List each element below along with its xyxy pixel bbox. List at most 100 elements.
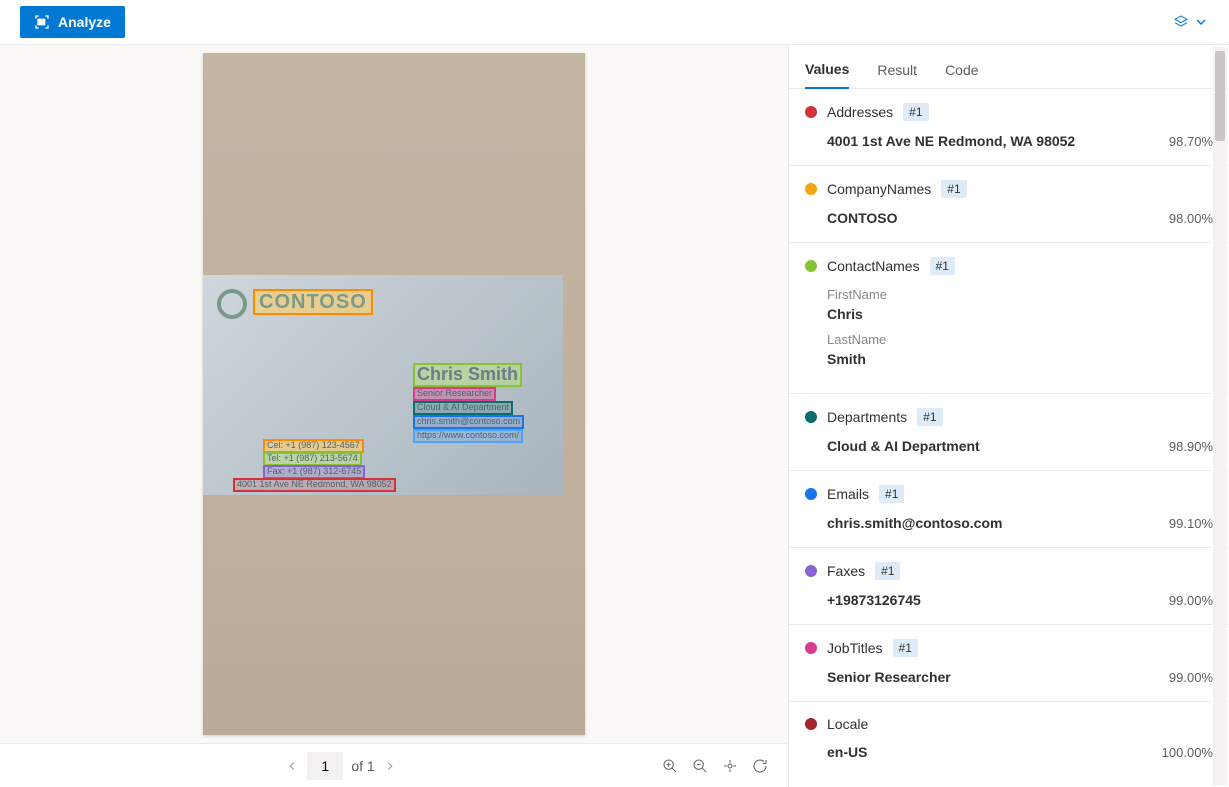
color-dot-icon — [805, 106, 817, 118]
field-value: CONTOSO — [827, 210, 898, 226]
color-dot-icon — [805, 565, 817, 577]
section-locale[interactable]: Locale en-US 100.00% — [789, 702, 1229, 776]
field-value: 4001 1st Ave NE Redmond, WA 98052 — [827, 133, 1075, 149]
chevron-down-icon — [1193, 14, 1209, 30]
confidence-value: 99.00% — [1169, 670, 1213, 685]
value-row: +19873126745 99.00% — [805, 592, 1213, 608]
highlight-fax: Fax: +1 (987) 312-6745 — [263, 465, 365, 479]
confidence-value: 98.90% — [1169, 439, 1213, 454]
field-value: Cloud & AI Department — [827, 438, 980, 454]
value-row: 4001 1st Ave NE Redmond, WA 98052 98.70% — [805, 133, 1213, 149]
field-value: +19873126745 — [827, 592, 921, 608]
document-image: CONTOSO Chris Smith Senior Researcher Cl… — [203, 53, 585, 735]
color-dot-icon — [805, 488, 817, 500]
highlight-name: Chris Smith — [413, 363, 522, 387]
subfield-label: LastName — [805, 332, 1213, 347]
color-dot-icon — [805, 411, 817, 423]
confidence-value: 99.10% — [1169, 516, 1213, 531]
value-row: Cloud & AI Department 98.90% — [805, 438, 1213, 454]
confidence-value: 99.00% — [1169, 593, 1213, 608]
highlight-cel: Cel: +1 (987) 123-4567 — [263, 439, 364, 453]
section-header: Addresses#1 — [805, 103, 1213, 121]
tabs: Values Result Code — [789, 45, 1229, 89]
section-title: Emails — [827, 486, 869, 502]
analyze-button-label: Analyze — [58, 14, 111, 30]
color-dot-icon — [805, 718, 817, 730]
document-viewer: CONTOSO Chris Smith Senior Researcher Cl… — [0, 45, 789, 787]
section-jobtitles[interactable]: JobTitles #1 Senior Researcher 99.00% — [789, 625, 1229, 702]
tab-result[interactable]: Result — [877, 62, 917, 88]
highlight-company: CONTOSO — [253, 289, 373, 315]
count-badge: #1 — [917, 408, 942, 426]
layers-icon — [1173, 14, 1189, 30]
section-emails[interactable]: Emails #1 chris.smith@contoso.com99.10% — [789, 471, 1229, 548]
section-title: Faxes — [827, 563, 865, 579]
zoom-tools — [662, 758, 768, 774]
confidence-value: 98.00% — [1169, 211, 1213, 226]
next-page-button[interactable] — [383, 759, 397, 773]
fit-icon[interactable] — [722, 758, 738, 774]
analyze-button[interactable]: Analyze — [20, 6, 125, 38]
section-header: Emails #1 — [805, 485, 1213, 503]
subfield-label: FirstName — [805, 287, 1213, 302]
confidence-value: 98.70% — [1169, 134, 1213, 149]
pager: of 1 — [285, 752, 396, 780]
highlight-jobtitle: Senior Researcher — [413, 387, 496, 401]
analyze-icon — [34, 14, 50, 30]
value-row: CONTOSO 98.00% — [805, 210, 1213, 226]
section-title: JobTitles — [827, 640, 883, 656]
count-badge: #1 — [879, 485, 904, 503]
scrollbar[interactable] — [1213, 47, 1227, 785]
section-addresses[interactable]: Addresses#1 4001 1st Ave NE Redmond, WA 9… — [789, 89, 1229, 166]
section-header: Faxes #1 — [805, 562, 1213, 580]
count-badge: #1 — [893, 639, 918, 657]
field-value: Senior Researcher — [827, 669, 951, 685]
section-faxes[interactable]: Faxes #1 +19873126745 99.00% — [789, 548, 1229, 625]
section-header: JobTitles #1 — [805, 639, 1213, 657]
section-header: ContactNames#1 — [805, 257, 1213, 275]
field-value: en-US — [827, 744, 867, 760]
section-companynames[interactable]: CompanyNames #1 CONTOSO 98.00% — [789, 166, 1229, 243]
confidence-value: 100.00% — [1162, 745, 1213, 760]
color-dot-icon — [805, 642, 817, 654]
highlight-address: 4001 1st Ave NE Redmond, WA 98052 — [233, 478, 396, 492]
subfield-value: Chris — [805, 306, 1213, 322]
rotate-icon[interactable] — [752, 758, 768, 774]
viewer-footer: of 1 — [0, 743, 788, 787]
highlight-website: https://www.contoso.com/ — [413, 429, 523, 443]
zoom-out-icon[interactable] — [692, 758, 708, 774]
value-row: Senior Researcher 99.00% — [805, 669, 1213, 685]
highlight-email: chris.smith@contoso.com — [413, 415, 524, 429]
canvas[interactable]: CONTOSO Chris Smith Senior Researcher Cl… — [0, 45, 788, 743]
color-dot-icon — [805, 183, 817, 195]
count-badge: #1 — [875, 562, 900, 580]
zoom-in-icon[interactable] — [662, 758, 678, 774]
layers-menu[interactable] — [1173, 14, 1209, 30]
count-badge: #1 — [941, 180, 966, 198]
section-title: Locale — [827, 716, 868, 732]
page-input[interactable] — [307, 752, 343, 780]
section-header: Locale — [805, 716, 1213, 732]
logo-icon — [217, 289, 247, 319]
scrollbar-thumb[interactable] — [1215, 51, 1225, 141]
results-sidebar: Values Result Code Addresses#1 4001 1st A… — [789, 45, 1229, 787]
subfield-value: Smith — [805, 351, 1213, 367]
color-dot-icon — [805, 260, 817, 272]
tab-code[interactable]: Code — [945, 62, 978, 88]
section-contactnames[interactable]: ContactNames#1 FirstName Chris LastName Smit… — [789, 243, 1229, 394]
highlight-tel: Tel: +1 (987) 213-5674 — [263, 452, 362, 466]
count-badge: #1 — [903, 103, 928, 121]
count-badge: #1 — [930, 257, 955, 275]
value-row: en-US 100.00% — [805, 744, 1213, 760]
results-list[interactable]: Addresses#1 4001 1st Ave NE Redmond, WA 9… — [789, 89, 1229, 787]
section-header: Departments#1 — [805, 408, 1213, 426]
tab-values[interactable]: Values — [805, 61, 849, 89]
section-header: CompanyNames #1 — [805, 180, 1213, 198]
page-of-label: of 1 — [351, 758, 374, 774]
prev-page-button[interactable] — [285, 759, 299, 773]
section-title: CompanyNames — [827, 181, 931, 197]
toolbar: Analyze — [0, 0, 1229, 45]
value-row: chris.smith@contoso.com99.10% — [805, 515, 1213, 531]
highlight-department: Cloud & AI Department — [413, 401, 513, 415]
section-departments[interactable]: Departments#1 Cloud & AI Department 98.90% — [789, 394, 1229, 471]
